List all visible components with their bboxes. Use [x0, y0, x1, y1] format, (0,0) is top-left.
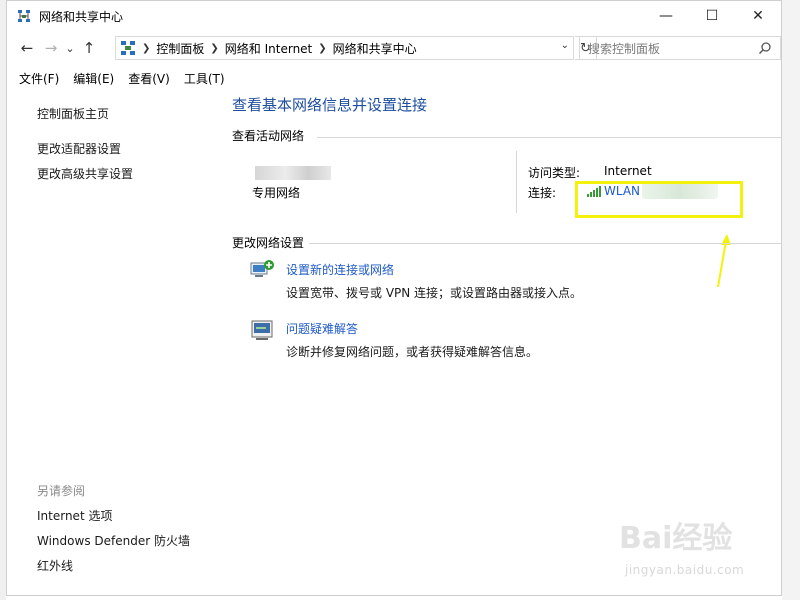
background-right-edge [782, 0, 800, 600]
baidu-watermark-url: jingyan.baidu.com [625, 563, 745, 577]
chevron-right-icon: ❯ [318, 42, 327, 54]
search-placeholder: 搜索控制面板 [588, 41, 661, 56]
divider [516, 151, 517, 213]
sidebar-item-defender-firewall[interactable]: Windows Defender 防火墙 [37, 532, 190, 549]
annotation-arrow [717, 234, 731, 288]
sidebar-item-internet-options[interactable]: Internet 选项 [37, 507, 112, 524]
page-title: 查看基本网络信息并设置连接 [232, 96, 428, 114]
back-button[interactable]: ← [15, 36, 39, 60]
access-type-label: 访问类型: [528, 166, 581, 180]
recent-locations-dropdown[interactable]: ⌄ [63, 36, 77, 60]
search-input[interactable]: 搜索控制面板 [579, 36, 781, 60]
breadcrumb-network-sharing-center[interactable]: 网络和共享中心 [333, 40, 417, 57]
setup-connection-link[interactable]: 设置新的连接或网络 [286, 261, 394, 278]
up-button[interactable]: ↑ [77, 36, 101, 60]
network-type-label: 专用网络 [252, 186, 301, 200]
sidebar-item-infrared[interactable]: 红外线 [37, 557, 73, 574]
see-also-heading: 另请参阅 [37, 484, 86, 498]
divider [309, 243, 781, 244]
troubleshoot-description: 诊断并修复网络问题，或者获得疑难解答信息。 [286, 345, 539, 359]
forward-button[interactable]: → [39, 36, 63, 60]
connection-label: 连接: [528, 186, 557, 200]
divider [317, 137, 781, 138]
navigation-bar: ← → ⌄ ↑ ❯ 控制面板 ❯ 网络和 Internet ❯ 网络和共享中心 … [7, 34, 781, 62]
troubleshoot-icon [249, 319, 275, 341]
menu-view[interactable]: 查看(V) [128, 70, 170, 87]
control-panel-icon [120, 40, 136, 56]
sidebar-item-adapter-settings[interactable]: 更改适配器设置 [37, 140, 121, 157]
chevron-down-icon[interactable]: ⌄ [561, 40, 569, 51]
menu-tools[interactable]: 工具(T) [184, 70, 225, 87]
troubleshoot-link[interactable]: 问题疑难解答 [286, 320, 358, 337]
access-type-value: Internet [604, 164, 652, 178]
network-center-icon [17, 9, 31, 23]
new-connection-icon [249, 259, 275, 281]
menu-bar: 文件(F) 编辑(E) 查看(V) 工具(T) [7, 67, 239, 89]
sidebar-item-control-panel-home[interactable]: 控制面板主页 [37, 105, 109, 122]
active-networks-heading: 查看活动网络 [232, 129, 305, 143]
close-button[interactable]: ✕ [735, 1, 781, 31]
setup-connection-description: 设置宽带、拨号或 VPN 连接；或设置路由器或接入点。 [286, 286, 583, 300]
search-icon[interactable] [758, 41, 772, 55]
network-name-redacted [255, 166, 331, 180]
chevron-right-icon: ❯ [142, 42, 151, 54]
maximize-button[interactable]: ☐ [689, 1, 735, 31]
breadcrumb-network-internet[interactable]: 网络和 Internet [225, 40, 312, 57]
minimize-button[interactable]: — [643, 1, 689, 31]
menu-file[interactable]: 文件(F) [19, 70, 59, 87]
sidebar-item-advanced-sharing[interactable]: 更改高级共享设置 [37, 165, 133, 182]
title-bar: 网络和共享中心 — ☐ ✕ [7, 1, 781, 31]
baidu-watermark: Bai经验 [619, 521, 733, 556]
breadcrumb-control-panel[interactable]: 控制面板 [156, 40, 204, 57]
network-sharing-window: 网络和共享中心 — ☐ ✕ ← → ⌄ ↑ ❯ 控制面板 ❯ 网络和 Inter… [6, 0, 782, 596]
highlight-box [575, 181, 743, 218]
window-title: 网络和共享中心 [39, 9, 124, 24]
chevron-right-icon: ❯ [210, 42, 219, 54]
window-controls: — ☐ ✕ [643, 1, 781, 31]
menu-edit[interactable]: 编辑(E) [73, 70, 114, 87]
change-settings-heading: 更改网络设置 [232, 236, 305, 250]
address-bar[interactable]: ❯ 控制面板 ❯ 网络和 Internet ❯ 网络和共享中心 ⌄ [115, 36, 574, 60]
